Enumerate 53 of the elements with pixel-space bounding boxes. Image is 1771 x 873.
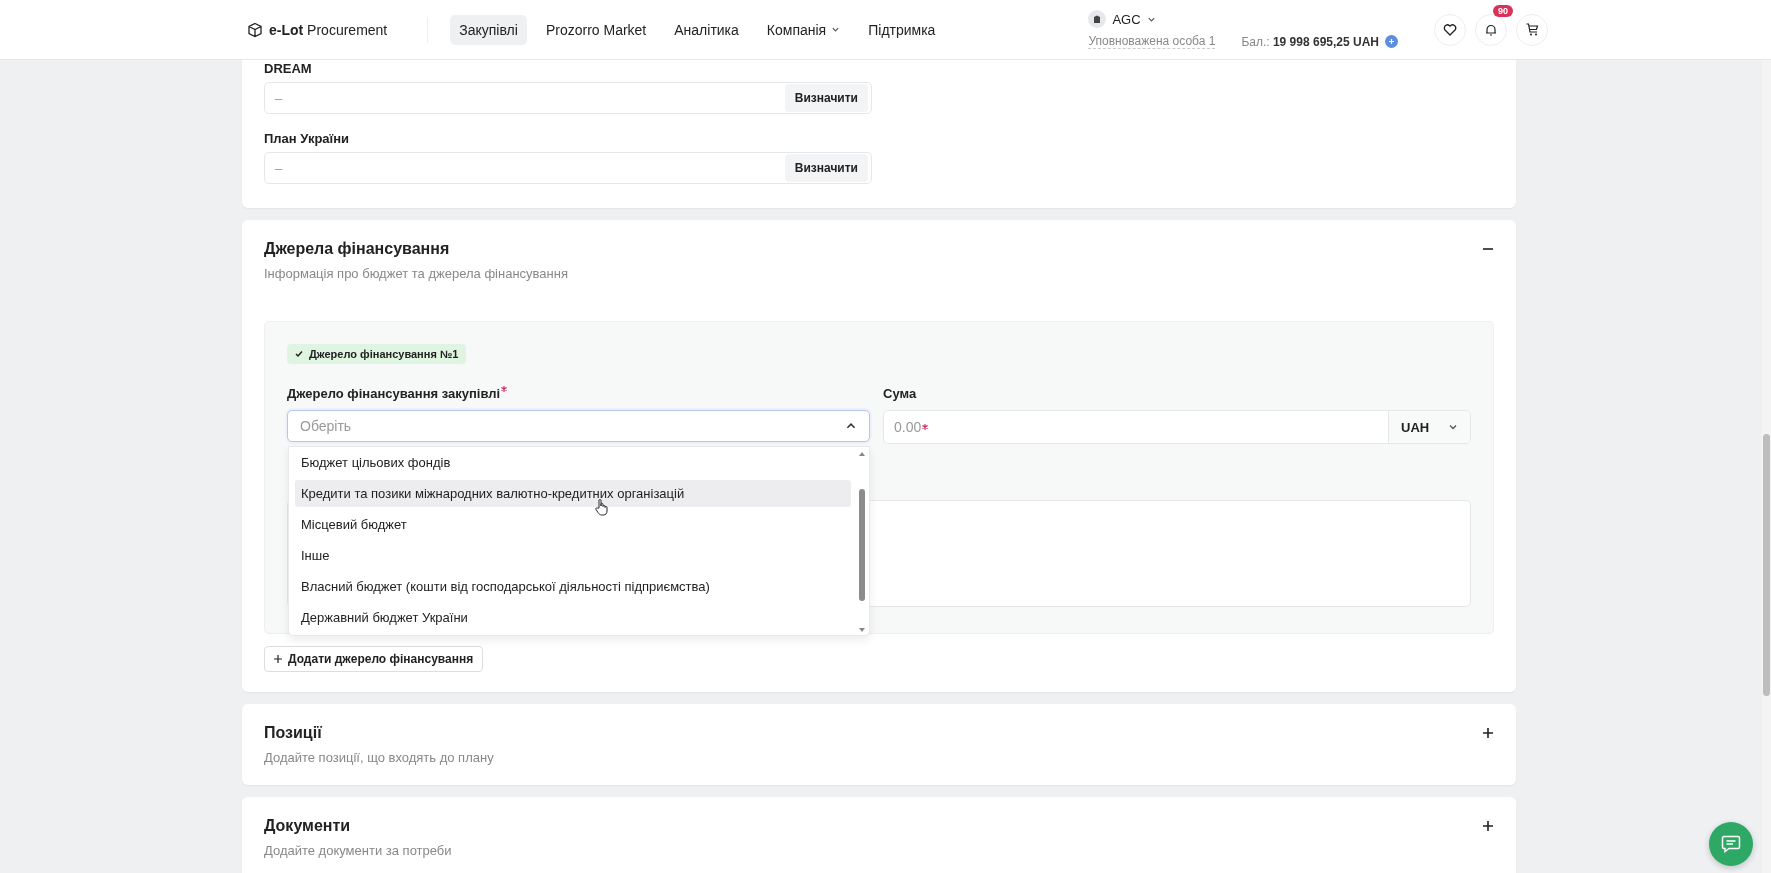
amount-placeholder: 0.00 [894, 419, 922, 435]
define-button[interactable]: Визначити [784, 154, 868, 182]
section-title: Джерела фінансування [264, 240, 451, 258]
brand-name[interactable]: e-Lot Procurement [269, 21, 388, 38]
classifier-field[interactable]: – Визначити [264, 82, 872, 114]
nav-tab[interactable]: Prozorro Market [536, 14, 656, 45]
building-icon [1092, 14, 1103, 24]
section-subtitle: Додайте документи за потреби [264, 843, 452, 858]
page-scrollbar[interactable] [1762, 60, 1771, 873]
section-title: Позиції [264, 724, 323, 742]
add-funds-icon[interactable] [1385, 35, 1398, 48]
user-role[interactable]: Уповноважена особа 1 [1088, 34, 1216, 49]
dropdown-option[interactable]: Власний бюджет (кошти від господарської діяльності підприємства) [295, 573, 851, 600]
section-subtitle: Інформація про бюджет та джерела фінансування [264, 266, 568, 281]
organization-name[interactable]: AGC [1112, 11, 1141, 27]
dropdown-option[interactable]: Державний бюджет України [295, 604, 851, 631]
chat-button[interactable] [1709, 822, 1753, 866]
field-label: Джерело фінансування закупівлі [287, 386, 870, 401]
favorites-button[interactable] [1434, 13, 1466, 46]
caret-icon [831, 25, 841, 34]
section-subtitle: Додайте позиції, що входять до плану [264, 750, 494, 765]
nav-tab[interactable]: Закупівлі [450, 14, 527, 45]
notification-count: 90 [1493, 4, 1513, 17]
field-label: План України [264, 130, 351, 146]
bell-icon [1484, 22, 1498, 37]
define-button[interactable]: Визначити [784, 84, 868, 112]
notifications-button[interactable] [1475, 13, 1507, 46]
plus-icon [274, 655, 282, 663]
add-source-button[interactable]: Додати джерело фінансування [264, 646, 484, 672]
chevron-down-icon [1448, 422, 1458, 432]
field-label: Сума [883, 386, 918, 401]
heart-icon [1443, 22, 1457, 37]
currency-select[interactable]: UAH [1388, 411, 1470, 443]
dropdown-option[interactable]: Бюджет цільових фондів [295, 449, 851, 476]
expand-icon[interactable] [1482, 820, 1494, 832]
dropdown-option[interactable]: Інше [295, 542, 851, 569]
expand-icon[interactable] [1482, 727, 1494, 739]
nav-tab[interactable]: Аналітика [665, 14, 748, 45]
check-icon [295, 350, 303, 358]
cart-button[interactable] [1516, 13, 1548, 46]
nav-tab[interactable]: Підтримка [859, 14, 945, 45]
source-tag: Джерело фінансування №1 [287, 344, 467, 364]
section-title: Документи [264, 817, 352, 835]
classifier-field[interactable]: – Визначити [264, 152, 872, 184]
chat-icon [1721, 835, 1741, 853]
balance-text: Бал.: 19 998 695,25 UAH [1241, 34, 1379, 49]
scrollbar[interactable] [858, 451, 866, 633]
dropdown-option[interactable]: Місцевий бюджет [295, 511, 851, 538]
cube-logo-icon [247, 21, 263, 38]
cart-icon [1524, 22, 1540, 37]
amount-field[interactable]: 0.00 UAH [883, 410, 1471, 444]
nav-tab[interactable]: Компанія [757, 14, 850, 45]
field-label: DREAM [264, 60, 313, 76]
